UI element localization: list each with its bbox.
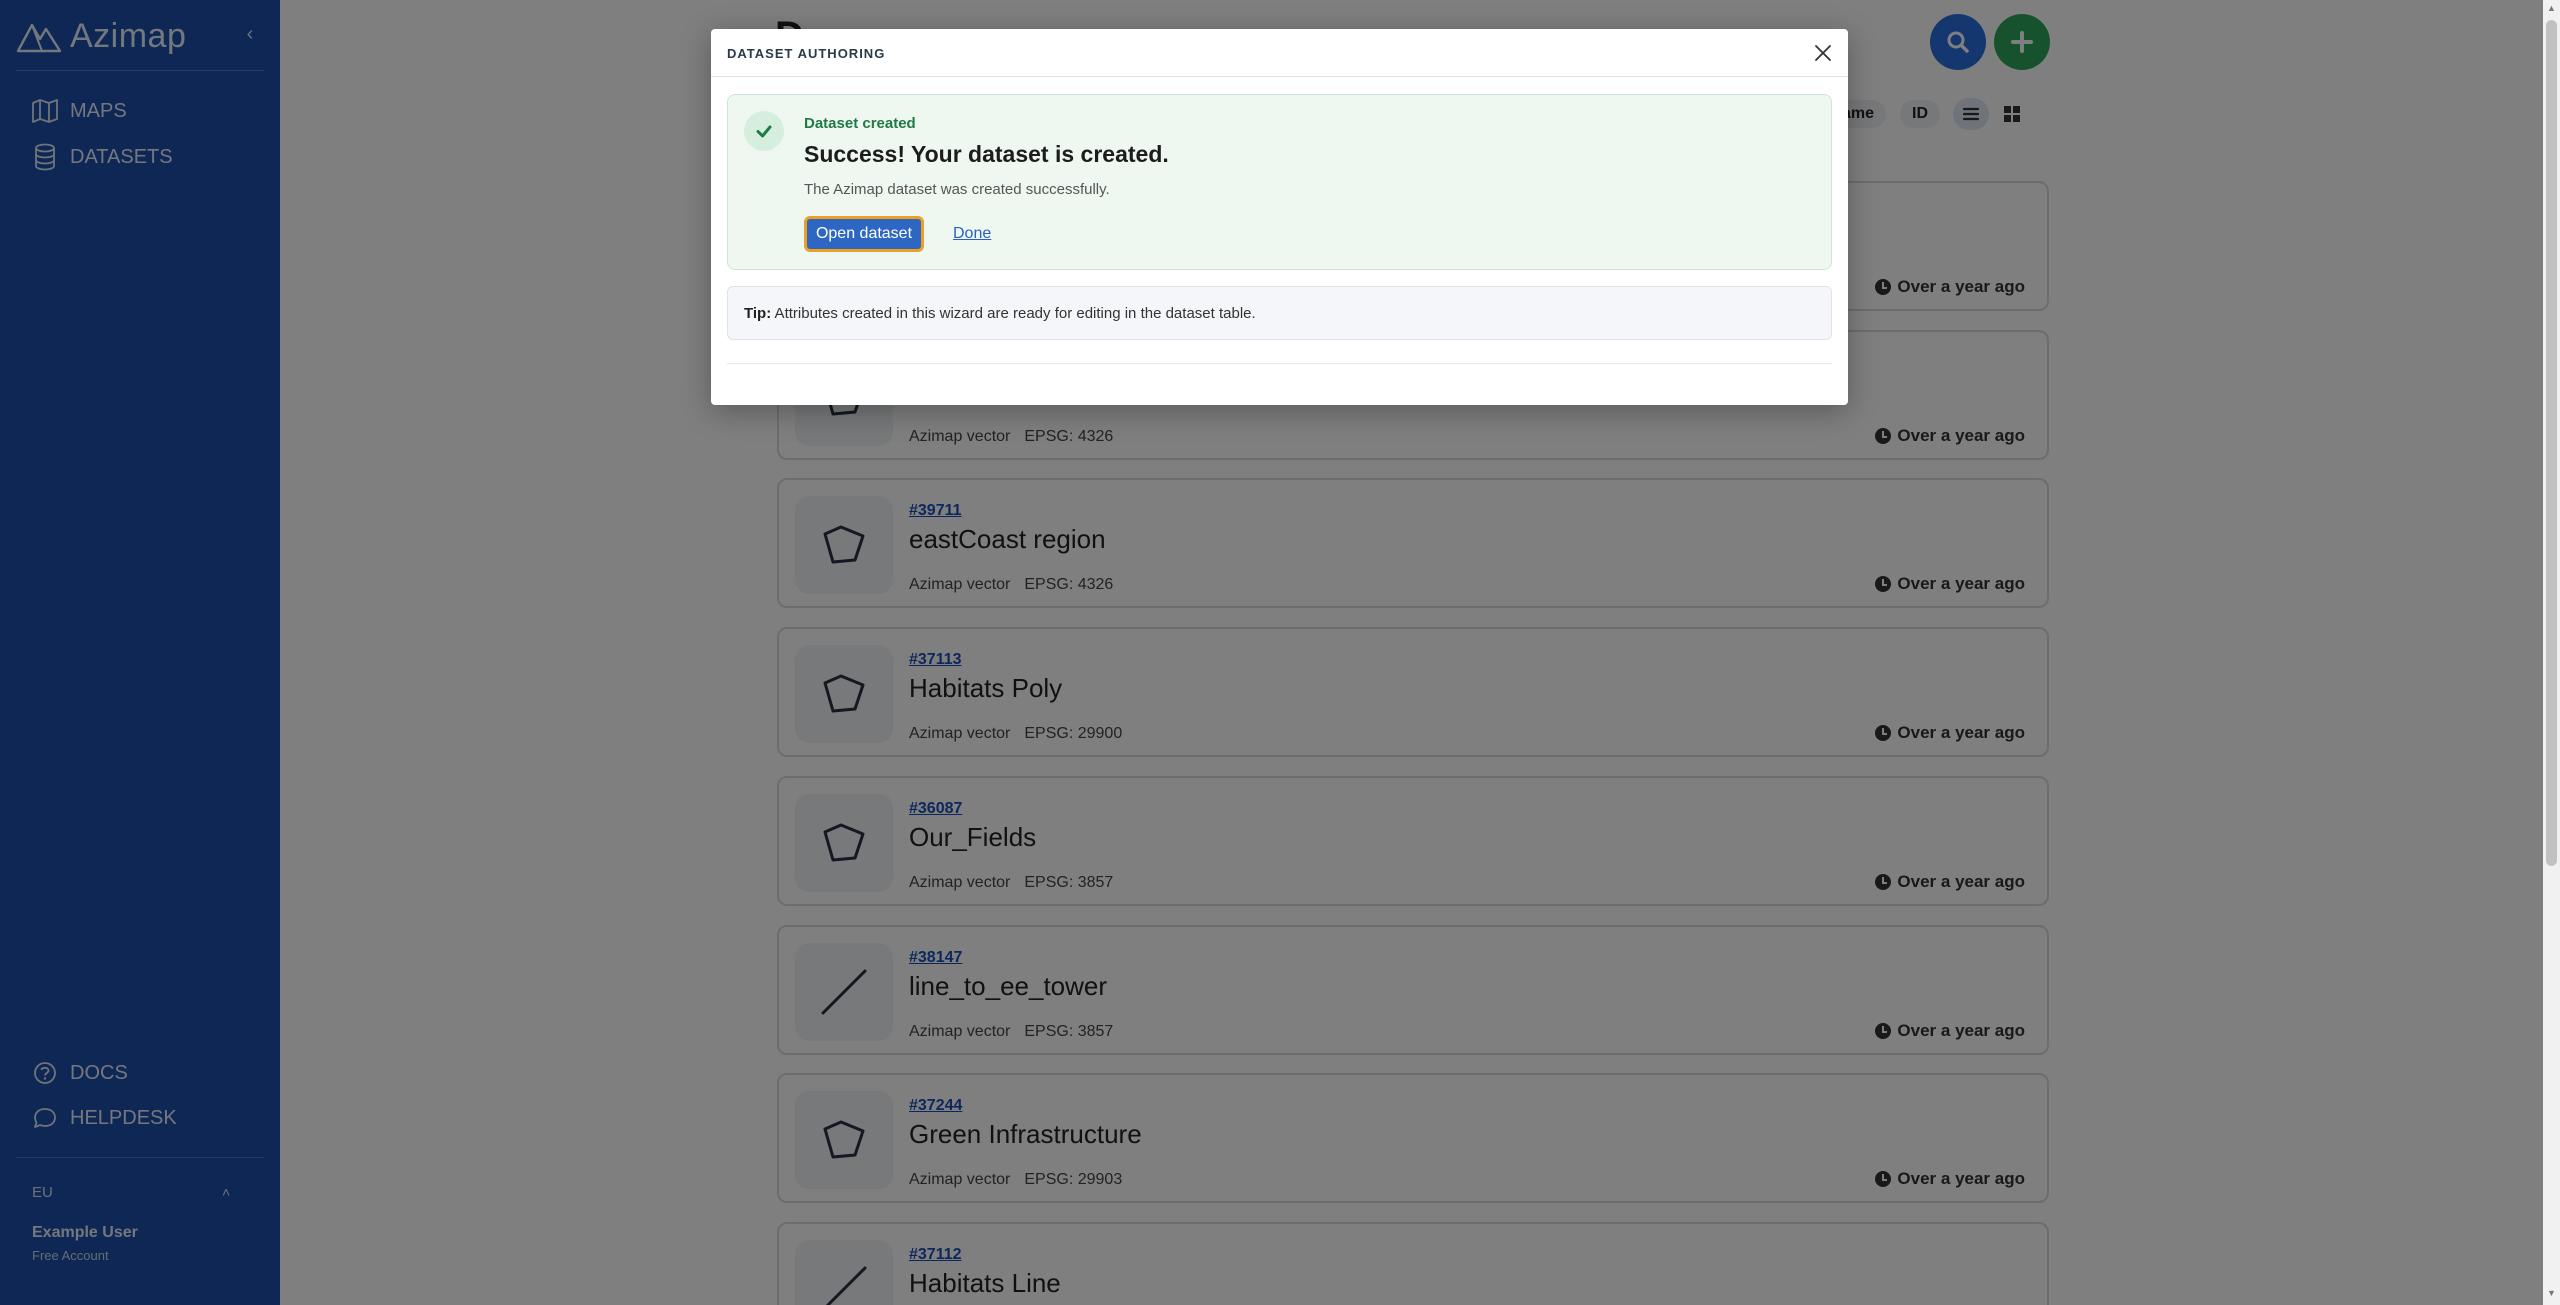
scroll-down-arrow-icon[interactable]: ▼: [2546, 1288, 2557, 1300]
scrollbar-thumb[interactable]: [2546, 20, 2557, 866]
modal-title: DATASET AUTHORING: [727, 46, 886, 61]
success-panel: Dataset created Success! Your dataset is…: [727, 94, 1832, 270]
done-link[interactable]: Done: [953, 225, 991, 243]
success-description: The Azimap dataset was created successfu…: [804, 181, 1110, 198]
scroll-up-arrow-icon[interactable]: ▲: [2546, 3, 2557, 15]
divider: [727, 363, 1832, 364]
tip-box: Tip: Attributes created in this wizard a…: [727, 286, 1832, 340]
open-dataset-button[interactable]: Open dataset: [804, 216, 924, 252]
success-kicker: Dataset created: [804, 115, 916, 132]
close-icon: [1815, 45, 1831, 61]
success-check-icon: [744, 111, 784, 151]
success-heading: Success! Your dataset is created.: [804, 141, 1169, 167]
tip-label: Tip:: [744, 305, 772, 322]
scrollbar[interactable]: ▲ ▼: [2543, 0, 2560, 1305]
modal-header: DATASET AUTHORING: [711, 29, 1848, 77]
dataset-authoring-modal: DATASET AUTHORING Dataset created Succes…: [711, 29, 1848, 405]
tip-body: Attributes created in this wizard are re…: [771, 305, 1256, 322]
close-button[interactable]: [1811, 41, 1835, 65]
tip-text: Tip: Attributes created in this wizard a…: [744, 305, 1256, 322]
